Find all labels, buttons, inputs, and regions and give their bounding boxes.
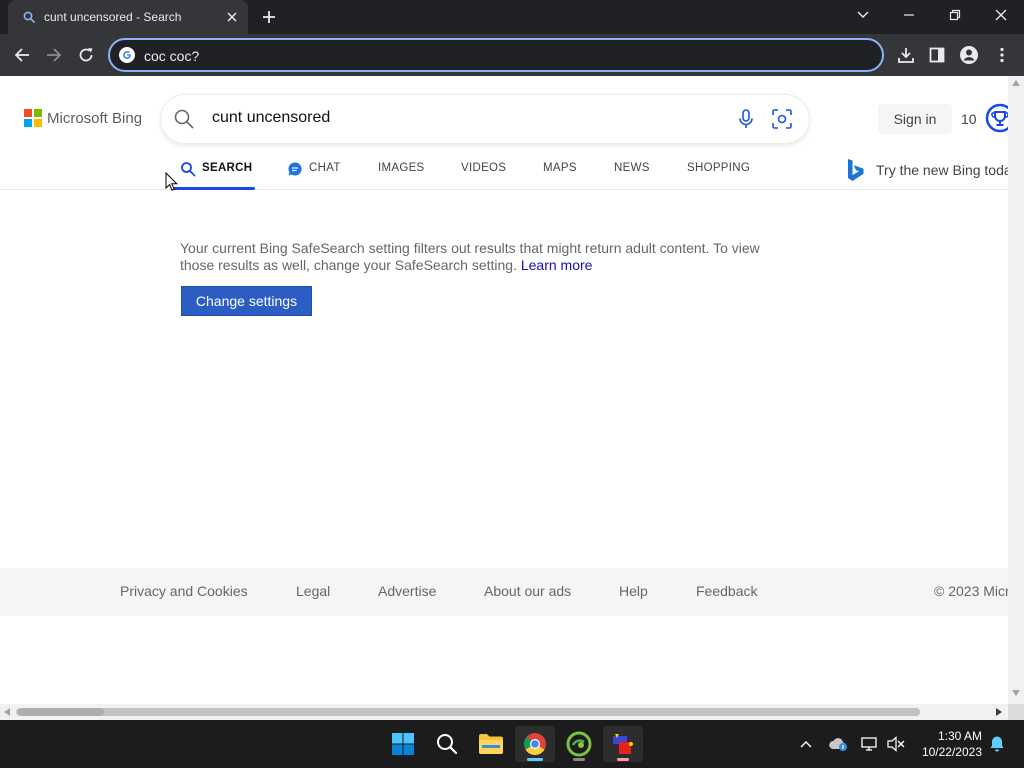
tab-search-icon[interactable] xyxy=(840,0,886,30)
try-new-bing-link[interactable]: Try the new Bing toda xyxy=(846,158,1008,182)
tab-maps[interactable]: MAPS xyxy=(543,162,577,190)
microphone-icon[interactable] xyxy=(736,108,756,130)
minimize-icon[interactable] xyxy=(886,0,932,30)
bing-logo[interactable]: Microsoft Bing xyxy=(24,109,142,127)
horizontal-scroll-thumb[interactable] xyxy=(16,708,920,716)
profile-icon[interactable] xyxy=(958,44,980,66)
browser-toolbar: coc coc? xyxy=(0,34,1024,76)
footer-copyright: © 2023 Micr xyxy=(934,583,1008,599)
horizontal-scrollbar[interactable] xyxy=(0,704,1008,720)
taskbar-clock[interactable]: 1:30 AM 10/22/2023 xyxy=(912,728,982,760)
windows-logo-icon xyxy=(392,733,414,755)
chat-bubble-icon xyxy=(288,162,302,176)
address-bar-text: coc coc? xyxy=(144,48,200,64)
logo-text: Microsoft Bing xyxy=(47,109,143,127)
scrollbar-corner xyxy=(1008,704,1024,720)
tab-title: cunt uncensored - Search xyxy=(44,10,182,24)
search-input[interactable]: cunt uncensored xyxy=(212,109,330,127)
mouse-cursor-icon xyxy=(165,172,179,191)
safesearch-message: Your current Bing SafeSearch setting fil… xyxy=(180,240,780,274)
menu-kebab-icon[interactable] xyxy=(991,44,1013,66)
reload-icon[interactable] xyxy=(75,44,97,66)
running-app-indicator xyxy=(617,758,629,761)
tab-shopping[interactable]: SHOPPING xyxy=(687,162,750,190)
side-panel-icon[interactable] xyxy=(926,44,948,66)
volume-muted-icon[interactable] xyxy=(886,734,906,754)
tab-videos[interactable]: VIDEOS xyxy=(461,162,506,190)
onedrive-icon[interactable] xyxy=(828,734,848,754)
tab-chat-label: CHAT xyxy=(309,162,341,174)
scroll-right-icon[interactable] xyxy=(996,708,1002,716)
taskbar-search-button[interactable] xyxy=(427,726,467,762)
notification-bell-icon[interactable] xyxy=(987,734,1007,754)
windows-taskbar: 1:30 AM 10/22/2023 xyxy=(0,720,1024,768)
forward-icon[interactable] xyxy=(43,44,65,66)
google-icon xyxy=(119,47,135,63)
footer-advertise-link[interactable]: Advertise xyxy=(378,583,436,599)
tab-news[interactable]: NEWS xyxy=(614,162,650,190)
media-app-taskbar-button[interactable] xyxy=(603,726,643,762)
search-icon[interactable] xyxy=(173,108,195,130)
close-window-icon[interactable] xyxy=(978,0,1024,30)
tab-search-label: SEARCH xyxy=(202,162,253,174)
search-icon xyxy=(23,11,35,23)
scroll-down-icon[interactable] xyxy=(1012,690,1020,696)
app-icon xyxy=(613,734,633,754)
restore-icon[interactable] xyxy=(932,0,978,30)
vertical-scrollbar[interactable] xyxy=(1008,76,1024,704)
search-icon xyxy=(437,734,458,755)
rewards-count[interactable]: 10 xyxy=(961,111,977,127)
scroll-left-icon[interactable] xyxy=(4,708,10,716)
file-explorer-button[interactable] xyxy=(471,726,511,762)
footer-legal-link[interactable]: Legal xyxy=(296,583,330,599)
running-app-indicator xyxy=(573,758,585,761)
search-icon xyxy=(181,162,196,177)
horizontal-scroll-thumb-highlight xyxy=(18,708,104,716)
bing-page: Microsoft Bing cunt uncensored Sign in 1… xyxy=(0,76,1008,704)
scroll-up-icon[interactable] xyxy=(1012,80,1020,86)
address-bar[interactable]: coc coc? xyxy=(108,38,884,72)
new-tab-icon[interactable] xyxy=(258,7,280,27)
change-settings-button[interactable]: Change settings xyxy=(181,286,312,316)
tab-search[interactable]: SEARCH xyxy=(180,162,252,190)
active-tab-underline xyxy=(172,187,255,190)
sign-in-button[interactable]: Sign in xyxy=(878,104,952,134)
page-footer: Privacy and Cookies Legal Advertise Abou… xyxy=(0,568,1008,616)
clock-time: 1:30 AM xyxy=(937,729,982,743)
footer-help-link[interactable]: Help xyxy=(619,583,648,599)
coccoc-taskbar-button[interactable] xyxy=(559,726,599,762)
active-app-indicator xyxy=(527,758,543,761)
folder-icon xyxy=(479,734,503,754)
back-icon[interactable] xyxy=(11,44,33,66)
search-box[interactable]: cunt uncensored xyxy=(161,95,809,143)
browser-tab[interactable]: cunt uncensored - Search xyxy=(8,0,248,34)
clock-date: 10/22/2023 xyxy=(921,745,982,759)
learn-more-link[interactable]: Learn more xyxy=(521,257,593,273)
microsoft-logo-icon xyxy=(24,109,42,127)
start-button[interactable] xyxy=(383,726,423,762)
safesearch-message-text: Your current Bing SafeSearch setting fil… xyxy=(180,240,760,273)
chrome-icon xyxy=(523,733,546,755)
try-new-bing-text: Try the new Bing toda xyxy=(876,162,1008,178)
network-icon[interactable] xyxy=(860,734,880,754)
visual-search-icon[interactable] xyxy=(771,108,793,130)
bing-icon xyxy=(848,159,864,181)
rewards-trophy-icon[interactable] xyxy=(985,103,1008,133)
tab-chat[interactable]: CHAT xyxy=(287,162,341,190)
download-icon[interactable] xyxy=(895,44,917,66)
browser-titlebar: cunt uncensored - Search xyxy=(0,0,1024,34)
coccoc-browser-icon xyxy=(566,731,592,757)
tab-images[interactable]: IMAGES xyxy=(378,162,425,190)
footer-about-ads-link[interactable]: About our ads xyxy=(484,583,571,599)
close-tab-icon[interactable] xyxy=(224,9,240,25)
chrome-taskbar-button[interactable] xyxy=(515,726,555,762)
chevron-up-icon[interactable] xyxy=(796,734,816,754)
footer-feedback-link[interactable]: Feedback xyxy=(696,583,757,599)
footer-privacy-link[interactable]: Privacy and Cookies xyxy=(120,583,248,599)
